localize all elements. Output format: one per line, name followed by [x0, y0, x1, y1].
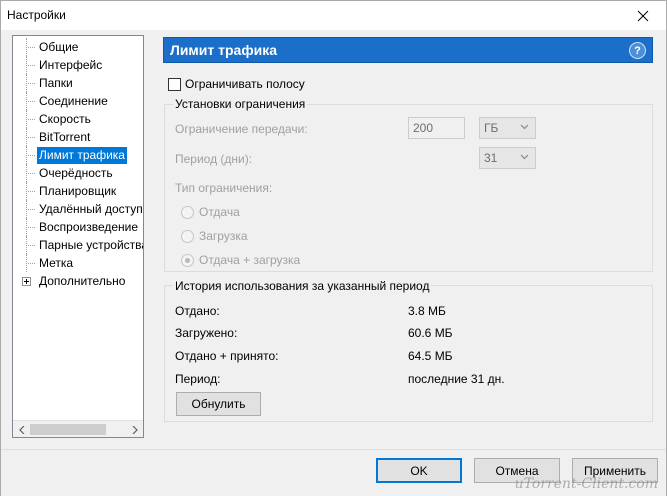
close-icon — [637, 10, 649, 21]
sidebar-item-interface[interactable]: Интерфейс — [13, 56, 143, 74]
sidebar-item-label: Интерфейс — [39, 58, 103, 72]
title-bar: Настройки — [1, 1, 666, 30]
transfer-limit-input[interactable]: 200 — [408, 117, 465, 139]
sidebar-item-label: Лимит трафика — [37, 147, 127, 164]
panel-header: Лимит трафика ? — [163, 37, 653, 63]
downloaded-value: 60.6 МБ — [408, 326, 453, 340]
sidebar-item-paired-devices[interactable]: Парные устройства — [13, 236, 144, 254]
sidebar-item-bittorrent[interactable]: BitTorrent — [13, 128, 143, 146]
sidebar-item-label: Планировщик — [39, 184, 117, 198]
uploaded-value: 3.8 МБ — [408, 304, 446, 318]
total-label: Отдано + принято: — [175, 349, 279, 363]
sidebar-item-general[interactable]: Общие — [13, 38, 143, 56]
period-days-value: 31 — [484, 151, 498, 165]
radio-download[interactable]: Загрузка — [181, 229, 248, 243]
sidebar-item-playback[interactable]: Воспроизведение — [13, 218, 143, 236]
sidebar-item-advanced[interactable]: Дополнительно — [13, 272, 143, 290]
radio-circle[interactable] — [181, 205, 194, 219]
tree-list: Общие Интерфейс Папки Соединение Скорост… — [13, 38, 144, 290]
sidebar-item-speed[interactable]: Скорость — [13, 110, 143, 128]
scrollbar-thumb[interactable] — [30, 424, 106, 435]
radio-label: Загрузка — [199, 229, 248, 243]
sidebar-item-label: Общие — [39, 40, 79, 54]
sidebar-item-scheduler[interactable]: Планировщик — [13, 182, 143, 200]
chevron-down-icon — [520, 124, 529, 130]
radio-upload[interactable]: Отдача — [181, 205, 240, 219]
sidebar-item-connection[interactable]: Соединение — [13, 92, 143, 110]
close-button[interactable] — [620, 1, 666, 30]
radio-circle[interactable] — [181, 253, 194, 267]
sidebar-item-label: Метка — [39, 256, 74, 270]
period-days-select[interactable]: 31 — [479, 147, 536, 169]
ok-button[interactable]: OK — [376, 458, 462, 483]
tree-horizontal-scrollbar[interactable] — [13, 420, 143, 437]
limit-settings-group-title: Установки ограничения — [173, 97, 308, 111]
period-label: Период: — [175, 372, 221, 386]
period-days-label: Период (дни): — [175, 152, 253, 166]
radio-label: Отдача + загрузка — [199, 253, 301, 267]
transfer-unit-select[interactable]: ГБ — [479, 117, 536, 139]
sidebar-item-label: Очерёдность — [39, 166, 113, 180]
limit-type-label: Тип ограничения: — [175, 181, 273, 195]
sidebar-item-label: Парные устройства — [39, 238, 144, 252]
watermark: uTorrent-Client.com — [514, 476, 658, 492]
settings-tree: Общие Интерфейс Папки Соединение Скорост… — [12, 35, 144, 438]
reset-button[interactable]: Обнулить — [176, 392, 261, 416]
help-icon[interactable]: ? — [629, 42, 646, 59]
sidebar-item-label: Дополнительно — [39, 274, 126, 288]
sidebar-item-label: Соединение — [39, 94, 108, 108]
sidebar-item-traffic-limit[interactable]: Лимит трафика — [13, 146, 143, 164]
sidebar-item-label: Удалённый доступ — [39, 202, 143, 216]
checkbox-label: Ограничивать полосу — [185, 77, 305, 91]
radio-upload-download[interactable]: Отдача + загрузка — [181, 253, 300, 267]
limit-bandwidth-checkbox[interactable]: Ограничивать полосу — [168, 77, 305, 91]
period-value: последние 31 дн. — [408, 372, 505, 386]
uploaded-label: Отдано: — [175, 304, 220, 318]
scroll-right-arrow-icon[interactable] — [126, 421, 143, 437]
sidebar-item-label-settings[interactable]: Метка — [13, 254, 143, 272]
sidebar-item-label: Воспроизведение — [39, 220, 139, 234]
sidebar-item-label: BitTorrent — [39, 130, 91, 144]
window-title: Настройки — [7, 8, 66, 22]
transfer-unit-value: ГБ — [484, 121, 499, 135]
usage-history-group-title: История использования за указанный перио… — [173, 279, 432, 293]
chevron-down-icon — [520, 154, 529, 160]
scroll-left-arrow-icon[interactable] — [13, 421, 30, 437]
sidebar-item-label: Скорость — [39, 112, 91, 126]
expand-plus-icon[interactable] — [22, 277, 31, 286]
panel-title: Лимит трафика — [170, 42, 277, 58]
transfer-limit-label: Ограничение передачи: — [175, 122, 308, 136]
total-value: 64.5 МБ — [408, 349, 453, 363]
sidebar-item-label: Папки — [39, 76, 73, 90]
downloaded-label: Загружено: — [175, 326, 238, 340]
sidebar-item-queueing[interactable]: Очерёдность — [13, 164, 143, 182]
sidebar-item-remote-access[interactable]: Удалённый доступ — [13, 200, 143, 218]
radio-label: Отдача — [199, 205, 240, 219]
sidebar-item-folders[interactable]: Папки — [13, 74, 143, 92]
radio-circle[interactable] — [181, 229, 194, 243]
settings-window: Настройки Общие Интерфейс Папки Соединен… — [0, 0, 667, 496]
checkbox-box[interactable] — [168, 77, 181, 91]
